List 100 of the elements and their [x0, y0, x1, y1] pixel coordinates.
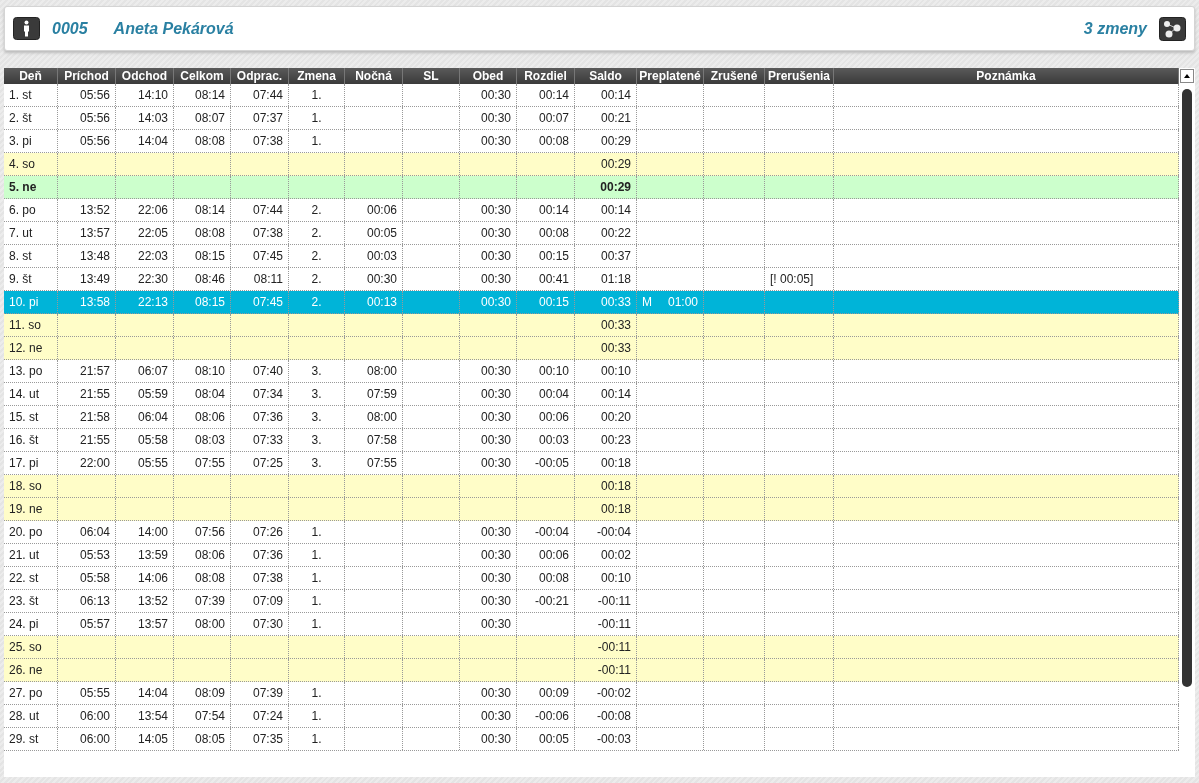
table-row[interactable]: 21. ut 05:53 13:59 08:06 07:36 1. 00:30 00:06 00:02: [4, 544, 1179, 567]
table-row[interactable]: 28. ut 06:00 13:54 07:54 07:24 1. 00:30 -00:06 -00:08: [4, 705, 1179, 728]
table-cell-text: 00:05: [538, 731, 569, 748]
table-row[interactable]: 13. po 21:57 06:07 08:10 07:40 3. 08:00 00:30 00:10 00:10: [4, 360, 1179, 383]
column-header[interactable]: Saldo: [589, 68, 622, 85]
column-header[interactable]: Príchod: [64, 68, 109, 85]
table-cell-text: 1.: [311, 133, 322, 150]
table-row[interactable]: 22. st 05:58 14:06 08:08 07:38 1. 00:30 00:08 00:10: [4, 567, 1179, 590]
nodes-icon[interactable]: [1159, 16, 1186, 41]
table-cell-text: 00:06: [538, 409, 569, 426]
table-cell-text: 00:30: [480, 225, 511, 242]
scrollbar[interactable]: [1179, 68, 1195, 777]
table-cell-text: 00:02: [600, 547, 631, 564]
table-cell-text: 00:30: [366, 271, 397, 288]
table-cell-text: 06:13: [79, 593, 110, 610]
column-header[interactable]: Obed: [472, 68, 504, 85]
column-header[interactable]: Celkom: [180, 68, 224, 85]
table-cell-text: 00:30: [480, 363, 511, 380]
table-row[interactable]: 8. st 13:48 22:03 08:15 07:45 2. 00:03 00:30 00:15 00:37: [4, 245, 1179, 268]
table-cell-text: 3.: [311, 363, 322, 380]
column-header[interactable]: Odchod: [121, 68, 168, 85]
table-row[interactable]: 18. so 00:18: [4, 475, 1179, 498]
table-row[interactable]: 14. ut 21:55 05:59 08:04 07:34 3. 07:59 00:30 00:04 00:14: [4, 383, 1179, 406]
day-cell-text: 1. st: [9, 87, 32, 104]
column-header[interactable]: Deň: [19, 68, 42, 85]
table-cell-text: 00:18: [600, 455, 631, 472]
overpaid-mark: M: [642, 294, 652, 311]
table-cell-text: [! 00:05]: [770, 271, 814, 288]
table-row[interactable]: 5. ne 00:29: [4, 176, 1179, 199]
table-cell-text: 07:55: [194, 455, 225, 472]
column-header[interactable]: Zrušené: [710, 68, 758, 85]
column-header[interactable]: Odprac.: [236, 68, 283, 85]
table-cell-text: 22:30: [137, 271, 168, 288]
table-cell-text: 00:29: [600, 156, 631, 173]
table-cell-text: -00:11: [597, 639, 631, 656]
table-row[interactable]: 15. st 21:58 06:04 08:06 07:36 3. 08:00 00:30 00:06 00:20: [4, 406, 1179, 429]
table-row[interactable]: 29. st 06:00 14:05 08:05 07:35 1. 00:30 00:05 -00:03: [4, 728, 1179, 751]
table-row[interactable]: 27. po 05:55 14:04 08:09 07:39 1. 00:30 00:09 -00:02: [4, 682, 1179, 705]
table-row[interactable]: 24. pi 05:57 13:57 08:00 07:30 1. 00:30 -00:11: [4, 613, 1179, 636]
table-row[interactable]: 19. ne 00:18: [4, 498, 1179, 521]
table-row[interactable]: 4. so 00:29: [4, 153, 1179, 176]
table-row[interactable]: 7. ut 13:57 22:05 08:08 07:38 2. 00:05 00:30 00:08 00:22: [4, 222, 1179, 245]
table-row[interactable]: 1. st 05:56 14:10 08:14 07:44 1. 00:30 00:14 00:14: [4, 84, 1179, 107]
table-cell-text: 00:30: [480, 685, 511, 702]
table-cell-text: 00:08: [538, 570, 569, 587]
table-cell-text: 00:30: [480, 133, 511, 150]
table-row[interactable]: 3. pi 05:56 14:04 08:08 07:38 1. 00:30 00:08 00:29: [4, 130, 1179, 153]
table-cell-text: 00:06: [366, 202, 397, 219]
table-cell-text: 14:06: [137, 570, 168, 587]
table-cell-text: 2.: [311, 271, 322, 288]
table-row[interactable]: 23. št 06:13 13:52 07:39 07:09 1. 00:30 -00:21 -00:11: [4, 590, 1179, 613]
column-header[interactable]: Zmena: [297, 68, 336, 85]
table-row[interactable]: 2. št 05:56 14:03 08:07 07:37 1. 00:30 00:07 00:21: [4, 107, 1179, 130]
table-cell-text: 13:52: [137, 593, 168, 610]
table-cell-text: 1.: [311, 110, 322, 127]
table-cell-text: 05:57: [79, 616, 110, 633]
table-row[interactable]: 25. so -00:11: [4, 636, 1179, 659]
table-cell-text: 22:03: [137, 248, 168, 265]
table-cell-text: -00:21: [534, 593, 569, 610]
scroll-thumb[interactable]: [1182, 89, 1192, 687]
column-header[interactable]: Preplatené: [639, 68, 701, 85]
table-cell-text: 13:58: [79, 294, 110, 311]
column-header[interactable]: Prerušenia: [767, 68, 830, 85]
table-cell-text: 00:04: [538, 386, 569, 403]
table-cell-text: 07:58: [366, 432, 397, 449]
day-cell-text: 10. pi: [9, 294, 39, 311]
table-row[interactable]: 17. pi 22:00 05:55 07:55 07:25 3. 07:55 00:30 -00:05 00:18: [4, 452, 1179, 475]
table-cell-text: 05:58: [137, 432, 168, 449]
day-cell-text: 20. po: [9, 524, 43, 541]
table-cell-text: 00:30: [480, 570, 511, 587]
table-cell-text: 08:15: [194, 294, 225, 311]
table-cell-text: 07:37: [252, 110, 283, 127]
table-row[interactable]: 12. ne 00:33: [4, 337, 1179, 360]
table-row[interactable]: 9. št 13:49 22:30 08:46 08:11 2. 00:30 00:30 00:41 01:18 [! 00:05]: [4, 268, 1179, 291]
table-row[interactable]: 16. št 21:55 05:58 08:03 07:33 3. 07:58 00:30 00:03 00:23: [4, 429, 1179, 452]
table-cell-text: 13:48: [79, 248, 110, 265]
table-cell-text: 00:30: [480, 616, 511, 633]
table-cell-text: -00:08: [596, 708, 631, 725]
table-cell-text: 00:30: [480, 593, 511, 610]
day-cell-text: 16. št: [9, 432, 39, 449]
table-cell-text: 14:04: [137, 133, 168, 150]
table-cell-text: 07:44: [252, 87, 283, 104]
table-cell-text: 06:04: [79, 524, 110, 541]
table-cell-text: 00:22: [600, 225, 631, 242]
table-row[interactable]: 20. po 06:04 14:00 07:56 07:26 1. 00:30 -00:04 -00:04: [4, 521, 1179, 544]
column-header[interactable]: SL: [423, 68, 439, 85]
table-cell-text: 00:14: [600, 202, 631, 219]
table-row[interactable]: 11. so 00:33: [4, 314, 1179, 337]
column-header[interactable]: Rozdiel: [524, 68, 567, 85]
table-row[interactable]: 6. po 13:52 22:06 08:14 07:44 2. 00:06 00:30 00:14 00:14: [4, 199, 1179, 222]
table-cell-text: 2.: [311, 248, 322, 265]
column-header[interactable]: Poznámka: [976, 68, 1036, 85]
column-header[interactable]: Nočná: [355, 68, 392, 85]
day-cell-text: 23. št: [9, 593, 39, 610]
scroll-up-icon[interactable]: [1180, 69, 1194, 83]
day-cell-text: 22. st: [9, 570, 39, 587]
day-cell-text: 26. ne: [9, 662, 43, 679]
table-row[interactable]: 26. ne -00:11: [4, 659, 1179, 682]
table-cell-text: 3.: [311, 409, 322, 426]
table-cell-text: 07:35: [252, 731, 283, 748]
